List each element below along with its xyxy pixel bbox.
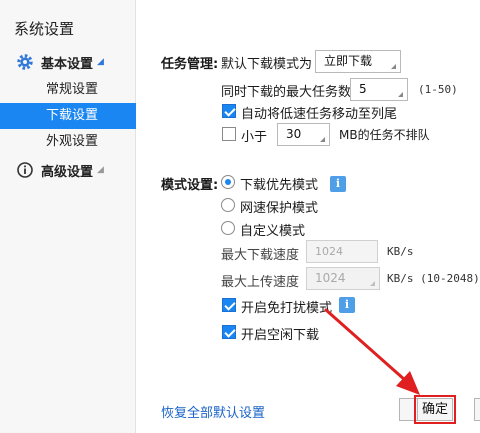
no-disturb-label: 开启免打扰模式 bbox=[241, 301, 333, 316]
default-mode-select[interactable]: 立即下载 bbox=[315, 50, 401, 73]
sidebar-title: 系统设置 bbox=[14, 20, 75, 38]
sidebar-group-basic-label: 基本设置 bbox=[41, 56, 94, 72]
restore-defaults-link[interactable]: 恢复全部默认设置 bbox=[161, 402, 265, 421]
max-download-speed-input[interactable]: 1024 bbox=[306, 240, 378, 263]
mode-radio-custom[interactable] bbox=[221, 221, 235, 235]
gear-icon bbox=[16, 53, 34, 71]
info-circle-icon bbox=[16, 161, 34, 179]
auto-move-label: 自动将低速任务移动至列尾 bbox=[241, 107, 398, 122]
settings-sidebar: 系统设置 基本设置 ◢ 常规设置 下载设置 外观设置 高级设置 ◢ bbox=[0, 0, 136, 433]
max-tasks-range: (1-50) bbox=[418, 83, 458, 96]
idle-download-label: 开启空闲下载 bbox=[241, 328, 320, 343]
task-section-label: 任务管理: bbox=[161, 57, 219, 72]
max-tasks-stepper[interactable]: 5 bbox=[350, 78, 408, 101]
idle-download-checkbox[interactable] bbox=[222, 325, 236, 339]
mode-option-custom: 自定义模式 bbox=[240, 224, 306, 239]
mode-radio-download-priority[interactable] bbox=[221, 175, 235, 189]
default-mode-label: 默认下载模式为 bbox=[221, 57, 313, 72]
max-download-speed-label: 最大下载速度 bbox=[221, 248, 300, 263]
info-icon[interactable]: i bbox=[339, 297, 355, 313]
max-upload-speed-value: 1024 bbox=[315, 271, 346, 285]
collapse-caret-icon: ◢ bbox=[97, 165, 104, 175]
less-than-suffix: MB的任务不排队 bbox=[339, 128, 430, 142]
sidebar-group-advanced-label: 高级设置 bbox=[41, 164, 94, 180]
auto-move-checkbox[interactable] bbox=[222, 104, 236, 118]
sidebar-group-advanced[interactable]: 高级设置 ◢ bbox=[16, 160, 104, 180]
less-than-size-value: 30 bbox=[286, 127, 302, 141]
max-upload-speed-unit: KB/s (10-2048) bbox=[387, 272, 480, 285]
sidebar-group-basic[interactable]: 基本设置 ◢ bbox=[16, 52, 104, 72]
sidebar-item-appearance[interactable]: 外观设置 bbox=[0, 129, 136, 155]
mode-option-network-protect: 网速保护模式 bbox=[240, 201, 319, 216]
less-than-checkbox[interactable] bbox=[222, 127, 236, 141]
spinner-arrow-icon bbox=[320, 137, 325, 142]
max-upload-speed-label: 最大上传速度 bbox=[221, 275, 300, 290]
mode-section-label: 模式设置: bbox=[161, 178, 219, 193]
footer-button-edge bbox=[399, 398, 417, 421]
sidebar-item-general[interactable]: 常规设置 bbox=[0, 77, 136, 103]
spinner-arrow-icon bbox=[370, 281, 375, 286]
no-disturb-checkbox[interactable] bbox=[222, 298, 236, 312]
dropdown-arrow-icon bbox=[391, 64, 396, 69]
info-icon[interactable]: i bbox=[330, 176, 346, 192]
sidebar-item-download[interactable]: 下载设置 bbox=[0, 103, 136, 129]
max-download-speed-unit: KB/s bbox=[387, 245, 414, 258]
max-tasks-value: 5 bbox=[359, 82, 367, 96]
less-than-label: 小于 bbox=[241, 130, 268, 145]
max-upload-speed-stepper[interactable]: 1024 bbox=[306, 267, 380, 290]
max-tasks-label: 同时下载的最大任务数 bbox=[221, 85, 352, 100]
expand-caret-icon: ◢ bbox=[97, 57, 104, 67]
mode-option-download-priority: 下载优先模式 bbox=[240, 178, 319, 193]
less-than-size-stepper[interactable]: 30 bbox=[277, 123, 330, 146]
mode-radio-network-protect[interactable] bbox=[221, 198, 235, 212]
default-mode-value: 立即下载 bbox=[324, 54, 373, 68]
ok-button[interactable]: 确定 bbox=[414, 395, 456, 424]
spinner-arrow-icon bbox=[398, 92, 403, 97]
cancel-button[interactable] bbox=[474, 398, 480, 421]
